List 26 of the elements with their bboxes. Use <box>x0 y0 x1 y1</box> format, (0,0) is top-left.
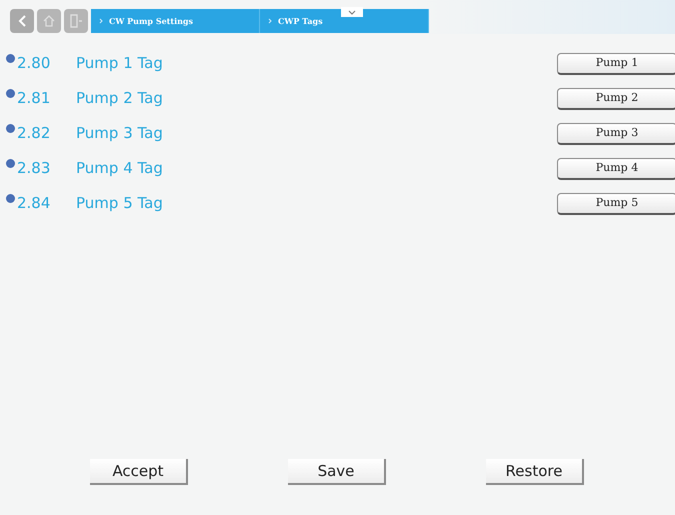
pump-button[interactable]: Pump 1 <box>557 52 675 74</box>
parameter-label: Pump 4 Tag <box>76 158 163 180</box>
action-button[interactable]: Accept <box>90 459 188 485</box>
parameter-label: Pump 1 Tag <box>76 53 163 74</box>
chevron-left-icon <box>18 15 26 27</box>
parameter-code: 2.80 <box>17 53 52 74</box>
parameter-code: 2.81 <box>17 88 52 110</box>
back-button[interactable] <box>10 9 34 33</box>
home-icon <box>43 15 55 27</box>
door-icon <box>69 14 83 28</box>
dropdown-button[interactable] <box>341 7 363 17</box>
parameter-code: 2.84 <box>17 193 52 214</box>
parameter-label: Pump 5 Tag <box>76 193 163 214</box>
parameter-code: 2.83 <box>17 158 52 180</box>
chevron-down-icon <box>348 10 356 14</box>
pump-button[interactable]: Pump 4 <box>557 158 675 180</box>
action-button[interactable]: Save <box>288 459 386 485</box>
pump-button[interactable]: Pump 5 <box>557 192 675 214</box>
chevron-right-icon <box>99 18 103 24</box>
parameter-label: Pump 3 Tag <box>76 123 163 144</box>
parameter-label: Pump 2 Tag <box>76 88 163 110</box>
action-button[interactable]: Restore <box>486 459 584 485</box>
parameter-code: 2.82 <box>17 123 52 144</box>
chevron-right-icon <box>268 18 272 24</box>
pump-button[interactable]: Pump 3 <box>557 122 675 144</box>
pump-button[interactable]: Pump 2 <box>557 88 675 110</box>
